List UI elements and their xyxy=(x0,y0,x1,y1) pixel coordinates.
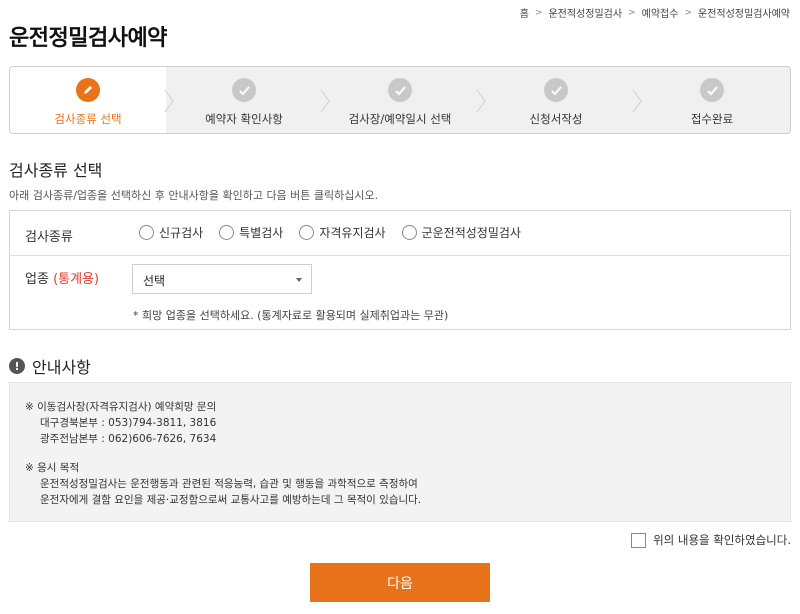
step-divider-icon xyxy=(632,89,642,113)
step-label: 검사장/예약일시 선택 xyxy=(348,112,452,126)
exclamation-icon: ! xyxy=(9,358,25,374)
notice-heading: ! 안내사항 xyxy=(9,354,91,378)
check-icon xyxy=(388,78,412,102)
notice-line: 운전적성정밀검사는 운전행동과 관련된 적응능력, 습관 및 행동을 과학적으로… xyxy=(40,478,418,490)
step-application-form: 신청서작성 xyxy=(478,67,642,133)
radio-label: 특별검사 xyxy=(239,226,284,240)
chevron-right-icon: > xyxy=(534,7,543,18)
exam-form: 검사종류 신규검사 특별검사 자격유지검사 군운전적성정밀검사 업종 (통계용) xyxy=(9,210,791,330)
select-value: 선택 xyxy=(143,274,166,288)
check-icon xyxy=(700,78,724,102)
step-exam-type: 검사종류 선택 xyxy=(10,67,174,133)
step-divider-icon xyxy=(320,89,330,113)
radio-circle-icon[interactable] xyxy=(219,225,235,240)
section-description: 아래 검사종류/업종을 선택하신 후 안내사항을 확인하고 다음 버튼 클릭하십… xyxy=(9,189,379,202)
breadcrumb-home[interactable]: 홈 xyxy=(520,5,529,20)
notice-block-purpose: ※ 응시 목적 운전적성정밀검사는 운전행동과 관련된 적응능력, 습관 및 행… xyxy=(25,460,421,508)
breadcrumb: 홈 > 운전적성정밀검사 > 예약접수 > 운전적성정밀검사예약 xyxy=(520,5,790,21)
step-complete: 접수완료 xyxy=(634,67,790,133)
notice-line: 운전자에게 결함 요인을 제공·교정함으로써 교통사고를 예방하는데 그 목적이… xyxy=(40,494,422,506)
confirm-checkbox[interactable]: 위의 내용을 확인하였습니다. xyxy=(631,532,791,548)
section-title: 검사종류 선택 xyxy=(9,161,103,180)
radio-label: 자격유지검사 xyxy=(319,226,386,240)
step-label: 신청서작성 xyxy=(529,112,583,126)
industry-label-text: 업종 xyxy=(25,272,49,287)
notice-title: 안내사항 xyxy=(32,358,91,377)
industry-hint: * 희망 업종을 선택하세요. (통계자료로 활용되며 실제취업과는 무관) xyxy=(133,309,449,322)
check-icon xyxy=(544,78,568,102)
checkbox-icon[interactable] xyxy=(631,532,647,548)
chevron-right-icon: > xyxy=(684,7,692,18)
step-label: 예약자 확인사항 xyxy=(205,112,283,126)
page-title: 운전정밀검사예약 xyxy=(9,26,167,51)
notice-block-mobile-venue: ※ 이동검사장(자격유지검사) 예약희망 문의 대구경북본부 : 053)794… xyxy=(25,399,216,447)
step-reserver-check: 예약자 확인사항 xyxy=(166,67,330,133)
radio-military-exam[interactable]: 군운전적성정밀검사 xyxy=(401,224,521,241)
radio-circle-icon[interactable] xyxy=(401,225,417,240)
statistics-note: (통계용) xyxy=(53,272,100,287)
radio-circle-icon[interactable] xyxy=(139,225,154,240)
step-venue-datetime: 검사장/예약일시 선택 xyxy=(322,67,486,133)
notice-line: 대구경북본부 : 053)794-3811, 3816 xyxy=(40,417,217,429)
breadcrumb-item[interactable]: 예약접수 xyxy=(642,5,679,20)
progress-steps: 검사종류 선택 예약자 확인사항 검사장/예약일시 선택 신청서작성 접수완료 xyxy=(9,66,791,134)
breadcrumb-item[interactable]: 운전적성정밀검사 xyxy=(548,5,622,20)
step-divider-icon xyxy=(164,89,174,113)
notice-block-title: ※ 이동검사장(자격유지검사) 예약희망 문의 xyxy=(25,401,217,413)
exam-type-radio-group: 신규검사 특별검사 자격유지검사 군운전적성정밀검사 xyxy=(139,224,521,241)
exam-type-label: 검사종류 xyxy=(25,230,73,245)
breadcrumb-current: 운전적성정밀검사예약 xyxy=(698,9,790,20)
exam-type-row: 검사종류 신규검사 특별검사 자격유지검사 군운전적성정밀검사 xyxy=(10,211,790,256)
radio-label: 군운전적성정밀검사 xyxy=(421,226,521,240)
next-button[interactable]: 다음 xyxy=(310,563,490,602)
step-divider-icon xyxy=(476,89,486,113)
industry-select[interactable]: 선택 xyxy=(132,264,312,294)
radio-circle-icon[interactable] xyxy=(299,225,315,240)
chevron-right-icon: > xyxy=(628,7,636,18)
check-icon xyxy=(232,78,256,102)
pencil-icon xyxy=(76,78,100,102)
radio-label: 신규검사 xyxy=(159,226,204,240)
radio-new-exam[interactable]: 신규검사 xyxy=(139,224,203,241)
confirm-label: 위의 내용을 확인하였습니다. xyxy=(653,533,791,547)
radio-qualification-exam[interactable]: 자격유지검사 xyxy=(299,224,386,241)
notice-block-title: ※ 응시 목적 xyxy=(25,462,80,474)
radio-special-exam[interactable]: 특별검사 xyxy=(219,224,283,241)
step-label: 검사종류 선택 xyxy=(54,112,122,126)
caret-down-icon xyxy=(296,278,302,282)
notice-line: 광주전남본부 : 062)606-7626, 7634 xyxy=(40,433,217,445)
step-label: 접수완료 xyxy=(690,112,734,126)
industry-label: 업종 (통계용) xyxy=(25,268,99,287)
notice-box: ※ 이동검사장(자격유지검사) 예약희망 문의 대구경북본부 : 053)794… xyxy=(9,382,791,522)
